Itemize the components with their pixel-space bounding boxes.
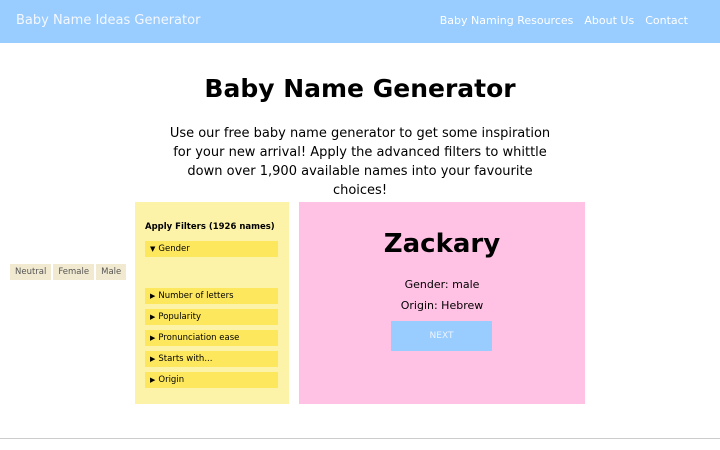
triangle-right-icon: ▶ bbox=[150, 376, 156, 384]
filter-gender-label: Gender bbox=[158, 244, 190, 254]
triangle-right-icon: ▶ bbox=[150, 313, 156, 321]
nav-baby-naming-resources[interactable]: Baby Naming Resources bbox=[440, 14, 574, 27]
gender-option-female[interactable]: Female bbox=[53, 264, 95, 280]
filter-origin[interactable]: ▶ Origin bbox=[145, 372, 278, 388]
filter-pronunciation-ease[interactable]: ▶ Pronunciation ease bbox=[145, 330, 278, 346]
gender-option-neutral[interactable]: Neutral bbox=[10, 264, 52, 280]
nav-about-us[interactable]: About Us bbox=[584, 14, 634, 27]
filter-popularity[interactable]: ▶ Popularity bbox=[145, 309, 278, 325]
gender-option-male[interactable]: Male bbox=[96, 264, 127, 280]
triangle-down-icon: ▼ bbox=[150, 245, 156, 253]
filter-section-label: Popularity bbox=[158, 312, 201, 322]
page-title: Baby Name Generator bbox=[204, 74, 516, 103]
site-brand-link[interactable]: Baby Name Ideas Generator bbox=[16, 13, 200, 28]
filter-gender-toggle[interactable]: ▼ Gender bbox=[145, 241, 278, 257]
triangle-right-icon: ▶ bbox=[150, 292, 156, 300]
filter-section-label: Pronunciation ease bbox=[158, 333, 240, 343]
top-nav-bar: Baby Name Ideas Generator Baby Naming Re… bbox=[0, 0, 720, 43]
filter-section-label: Number of letters bbox=[158, 291, 234, 301]
name-gender: Gender: male bbox=[404, 278, 480, 291]
nav-contact[interactable]: Contact bbox=[645, 14, 688, 27]
intro-text: Use our free baby name generator to get … bbox=[169, 126, 551, 198]
filter-section-label: Origin bbox=[158, 375, 185, 385]
filters-title: Apply Filters (1926 names) bbox=[145, 222, 275, 232]
footer-divider bbox=[0, 438, 720, 439]
generated-name: Zackary bbox=[383, 229, 501, 259]
filter-number-of-letters[interactable]: ▶ Number of letters bbox=[145, 288, 278, 304]
name-result-card: Zackary Gender: male Origin: Hebrew NEXT bbox=[299, 202, 585, 404]
triangle-right-icon: ▶ bbox=[150, 355, 156, 363]
next-button[interactable]: NEXT bbox=[391, 321, 492, 351]
filter-section-label: Starts with... bbox=[158, 354, 213, 364]
triangle-right-icon: ▶ bbox=[150, 334, 156, 342]
name-origin: Origin: Hebrew bbox=[400, 299, 484, 312]
gender-options: Neutral Female Male bbox=[10, 264, 127, 280]
main-nav: Baby Naming Resources About Us Contact bbox=[440, 14, 688, 27]
filter-starts-with[interactable]: ▶ Starts with... bbox=[145, 351, 278, 367]
